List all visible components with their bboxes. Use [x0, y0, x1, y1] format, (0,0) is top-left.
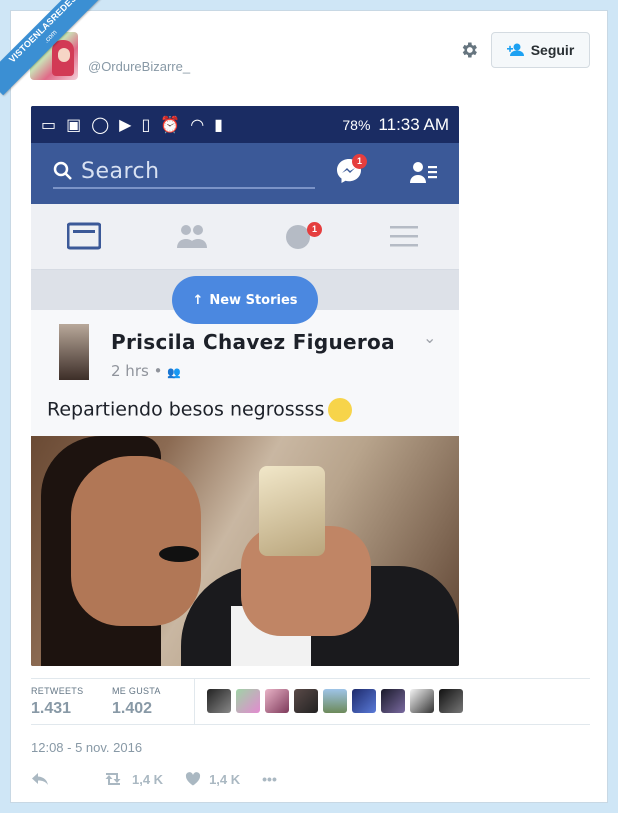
phone-status-bar: ▭ ▣ ◯ ▶ ▯ ⏰ ◠ ▮ 78% 11:33 AM: [31, 106, 459, 143]
whatsapp-icon: ◯: [91, 116, 110, 134]
facebook-header: Search 1: [31, 143, 459, 204]
signal-icon: ▮: [214, 116, 223, 134]
reply-button[interactable]: [31, 772, 49, 786]
gear-icon[interactable]: [459, 40, 479, 60]
post-text: Repartiendo besos negrossss: [47, 398, 353, 422]
retweet-icon: [105, 773, 121, 785]
retweets-count[interactable]: 1.431: [31, 700, 71, 718]
liker-avatar[interactable]: [294, 689, 318, 713]
friend-requests-icon: [410, 162, 437, 183]
liker-avatar[interactable]: [381, 689, 405, 713]
menu-tab-icon: [390, 226, 418, 247]
retweet-button[interactable]: 1,4 K: [102, 772, 163, 787]
wifi-icon: ◠: [190, 116, 205, 134]
like-button[interactable]: 1,4 K: [185, 772, 240, 787]
notification-icon: ▭: [41, 116, 57, 134]
liker-avatar[interactable]: [265, 689, 289, 713]
smiley-emoji-icon: [328, 398, 353, 422]
liker-avatar[interactable]: [207, 689, 231, 713]
heart-icon: [185, 772, 201, 786]
retweet-count: 1,4 K: [132, 771, 164, 787]
divider: [31, 724, 590, 725]
tweet-timestamp[interactable]: 12:08 - 5 nov. 2016: [31, 740, 142, 755]
retweets-label: RETWEETS: [31, 686, 84, 696]
facebook-search: Search: [53, 155, 315, 189]
tweet-actions: 1,4 K 1,4 K •••: [31, 768, 277, 790]
like-count: 1,4 K: [209, 771, 241, 787]
more-icon: •••: [262, 771, 277, 787]
status-time: 11:33 AM: [378, 114, 449, 134]
liker-avatar[interactable]: [236, 689, 260, 713]
gallery-icon: ▣: [66, 116, 82, 134]
liker-avatar[interactable]: [323, 689, 347, 713]
likes-count[interactable]: 1.402: [112, 700, 152, 718]
reply-icon: [32, 773, 48, 785]
follow-label: Seguir: [530, 42, 575, 58]
friends-audience-icon: 👥: [167, 366, 181, 379]
selfie-photo: [31, 436, 459, 666]
new-stories-pill: ↑ New Stories: [172, 276, 318, 324]
newsfeed-tab-icon: [67, 222, 101, 250]
liker-avatar[interactable]: [410, 689, 434, 713]
tweet-image[interactable]: ▭ ▣ ◯ ▶ ▯ ⏰ ◠ ▮ 78% 11:33 AM Search 1 1 …: [31, 106, 459, 666]
friends-tab-icon: [177, 225, 207, 248]
post-meta: 2 hrs • 👥: [111, 362, 181, 380]
stats-divider: [194, 679, 195, 724]
likes-label: ME GUSTA: [112, 686, 161, 696]
globe-badge: 1: [307, 222, 322, 237]
follow-button[interactable]: Seguir: [491, 32, 590, 68]
liker-avatar[interactable]: [352, 689, 376, 713]
battery-level: 78%: [342, 116, 371, 133]
search-icon: [53, 161, 72, 180]
chevron-down-icon: ⌄: [423, 330, 437, 347]
status-icons: ▭ ▣ ◯ ▶ ▯ ⏰ ◠ ▮: [41, 115, 223, 135]
add-user-icon: [506, 43, 524, 56]
divider: [31, 678, 590, 679]
user-handle[interactable]: @OrdureBizarre_: [88, 59, 190, 74]
messenger-icon: 1: [335, 154, 367, 187]
post-avatar: [59, 324, 89, 380]
youtube-icon: ▶: [119, 116, 132, 134]
post-author: Priscila Chavez Figueroa: [111, 330, 395, 354]
more-options-button[interactable]: •••: [262, 771, 277, 787]
new-stories-label: New Stories: [209, 292, 298, 308]
facebook-tabs: 1: [31, 204, 459, 270]
likers-avatars: [207, 689, 463, 713]
alarm-icon: ⏰: [160, 116, 181, 134]
search-placeholder: Search: [81, 158, 160, 184]
phone-icon: ▯: [141, 116, 151, 134]
facebook-post: Priscila Chavez Figueroa 2 hrs • 👥 ⌄ Rep…: [31, 310, 459, 436]
arrow-up-icon: ↑: [192, 292, 204, 308]
liker-avatar[interactable]: [439, 689, 463, 713]
messenger-badge: 1: [352, 154, 367, 169]
